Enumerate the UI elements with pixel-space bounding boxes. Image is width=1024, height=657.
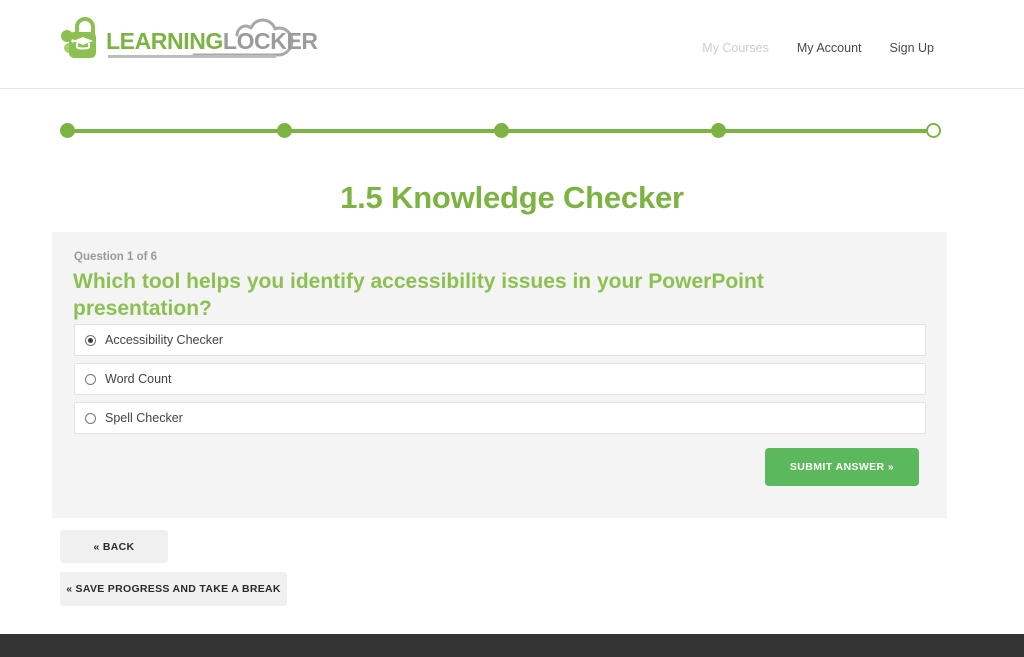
site-logo[interactable]: LEARNINGLOCKER [60, 12, 318, 64]
answer-option-3[interactable]: Spell Checker [74, 402, 926, 434]
submit-answer-button[interactable]: SUBMIT ANSWER » [765, 448, 919, 486]
radio-icon[interactable] [85, 412, 96, 424]
course-progress-bar [60, 123, 941, 139]
page-title: 1.5 Knowledge Checker [340, 179, 684, 215]
progress-step-5[interactable] [926, 123, 941, 138]
question-card: Question 1 of 6 Which tool helps you ide… [52, 232, 947, 518]
answer-option-2[interactable]: Word Count [74, 363, 926, 395]
back-button[interactable]: « BACK [60, 530, 168, 563]
radio-icon-selected[interactable] [85, 334, 96, 346]
site-header: LEARNINGLOCKER My Courses My Account Sig… [0, 0, 1024, 89]
answer-option-label: Spell Checker [105, 411, 183, 425]
nav-link-sign-up[interactable]: Sign Up [890, 41, 934, 55]
progress-step-1[interactable] [60, 123, 75, 138]
question-counter: Question 1 of 6 [74, 251, 158, 263]
progress-step-2[interactable] [277, 123, 292, 138]
main-nav: My Courses My Account Sign Up [702, 41, 934, 55]
site-footer [0, 634, 1024, 657]
logo-underline [108, 55, 276, 58]
progress-step-4[interactable] [711, 123, 726, 138]
answer-option-1[interactable]: Accessibility Checker [74, 324, 926, 356]
answer-option-label: Word Count [105, 372, 172, 386]
question-text: Which tool helps you identify accessibil… [73, 270, 764, 320]
padlock-graduation-cap-logo-icon [61, 17, 96, 58]
radio-icon[interactable] [85, 373, 96, 385]
nav-link-my-courses[interactable]: My Courses [702, 41, 769, 55]
answer-options: Accessibility Checker Word Count Spell C… [74, 324, 926, 441]
progress-step-3[interactable] [494, 123, 509, 138]
logo-text-locker: LOCKER [222, 28, 318, 54]
save-progress-button[interactable]: « SAVE PROGRESS AND TAKE A BREAK [60, 572, 287, 606]
logo-text-learning: LEARNING [106, 28, 223, 54]
nav-link-my-account[interactable]: My Account [797, 41, 862, 55]
answer-option-label: Accessibility Checker [105, 333, 224, 347]
